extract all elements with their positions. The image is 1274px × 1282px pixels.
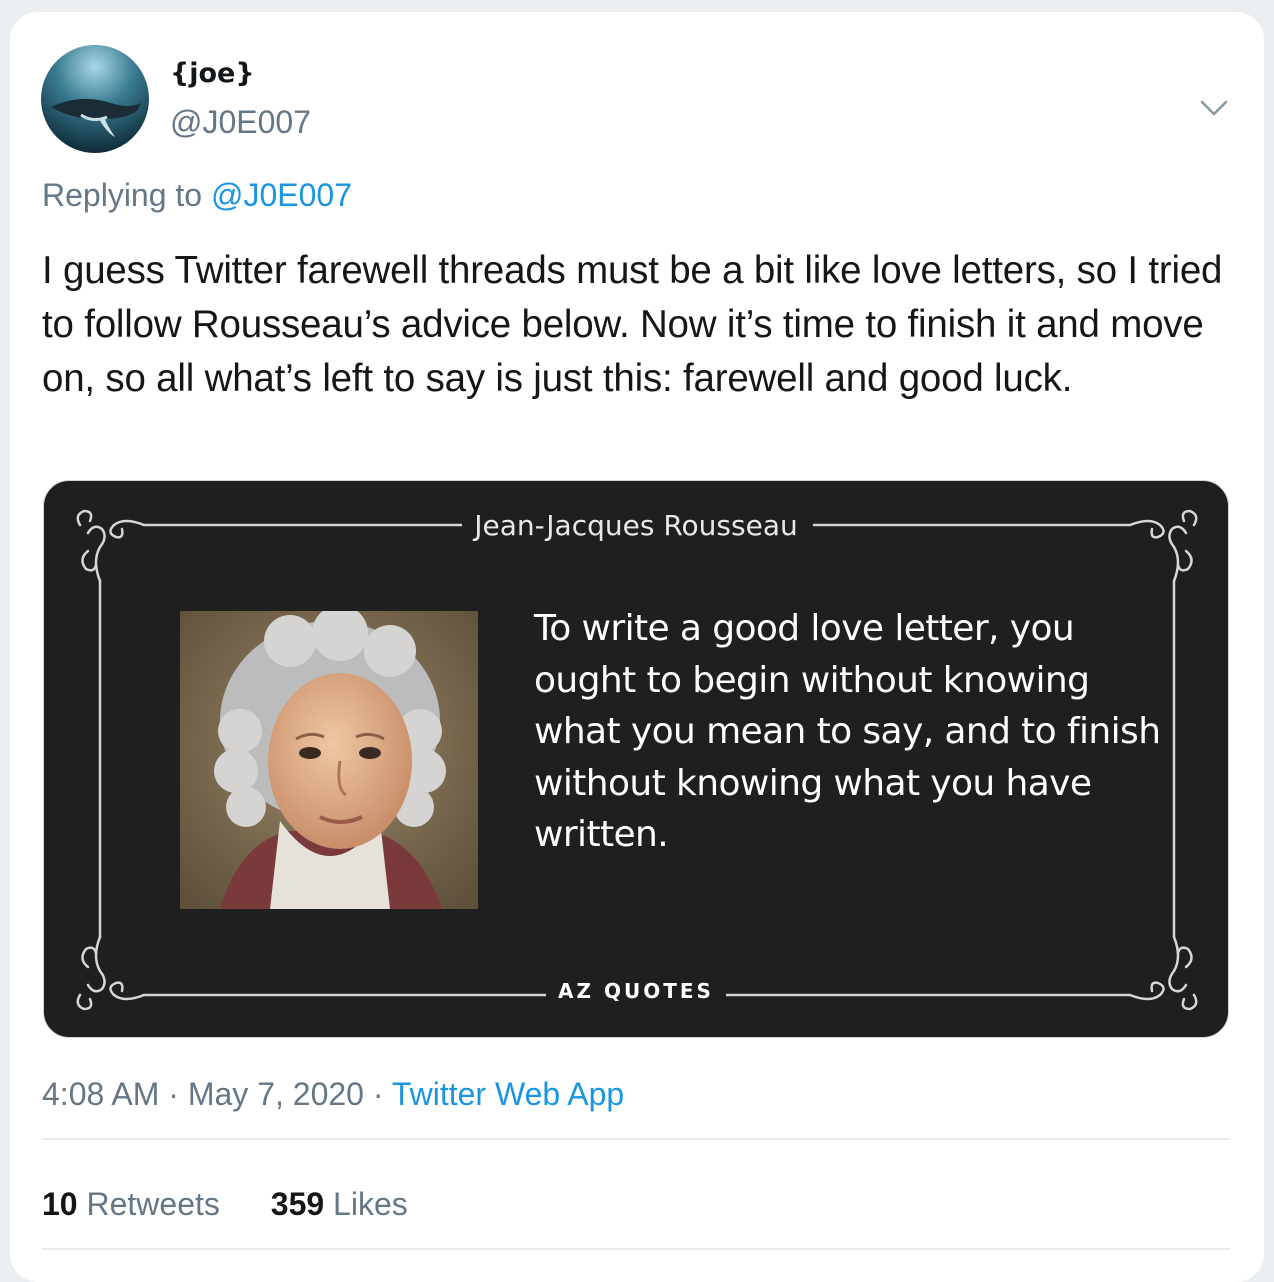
replying-to-label: Replying to	[42, 177, 211, 213]
az-quotes-label: AZ QUOTES	[546, 979, 726, 1003]
chevron-down-icon	[1200, 100, 1228, 116]
tweet-menu-button[interactable]	[1194, 88, 1234, 128]
az-quotes-logo: AZ QUOTES	[44, 979, 1228, 1003]
likes-label: Likes	[324, 1186, 408, 1222]
divider	[42, 1248, 1230, 1250]
divider	[42, 1138, 1230, 1140]
tweet-time[interactable]: 4:08 AM	[42, 1076, 159, 1112]
retweets-stat[interactable]: 10 Retweets	[42, 1186, 220, 1222]
tweet-card: {joe} @J0E007 Replying to @J0E007 I gues…	[10, 12, 1264, 1282]
reply-mention-link[interactable]: @J0E007	[211, 177, 352, 213]
meta-separator: ·	[159, 1076, 188, 1112]
user-handle[interactable]: @J0E007	[170, 104, 311, 141]
retweets-label: Retweets	[77, 1186, 220, 1222]
meta-separator: ·	[363, 1076, 392, 1112]
likes-count: 359	[270, 1186, 325, 1222]
likes-stat[interactable]: 359 Likes	[271, 1186, 408, 1222]
quote-author: Jean-Jacques Rousseau	[44, 509, 1228, 542]
tweet-meta: 4:08 AM · May 7, 2020 · Twitter Web App	[42, 1076, 624, 1113]
whale-avatar-icon	[41, 45, 149, 153]
tweet-date[interactable]: May 7, 2020	[188, 1076, 364, 1112]
quote-text: To write a good love letter, you ought t…	[534, 608, 1161, 855]
rousseau-portrait	[180, 611, 478, 909]
tweet-source-link[interactable]: Twitter Web App	[392, 1076, 624, 1112]
retweets-count: 10	[42, 1186, 78, 1222]
tweet-text: I guess Twitter farewell threads must be…	[42, 249, 1223, 400]
quote-author-label: Jean-Jacques Rousseau	[462, 509, 810, 542]
tweet-stats: 10 Retweets 359 Likes	[42, 1186, 450, 1223]
replying-to: Replying to @J0E007	[42, 177, 352, 214]
display-name[interactable]: {joe}	[170, 58, 255, 89]
avatar[interactable]	[41, 45, 149, 153]
quote-image[interactable]: Jean-Jacques Rousseau To write a good lo…	[43, 480, 1229, 1038]
